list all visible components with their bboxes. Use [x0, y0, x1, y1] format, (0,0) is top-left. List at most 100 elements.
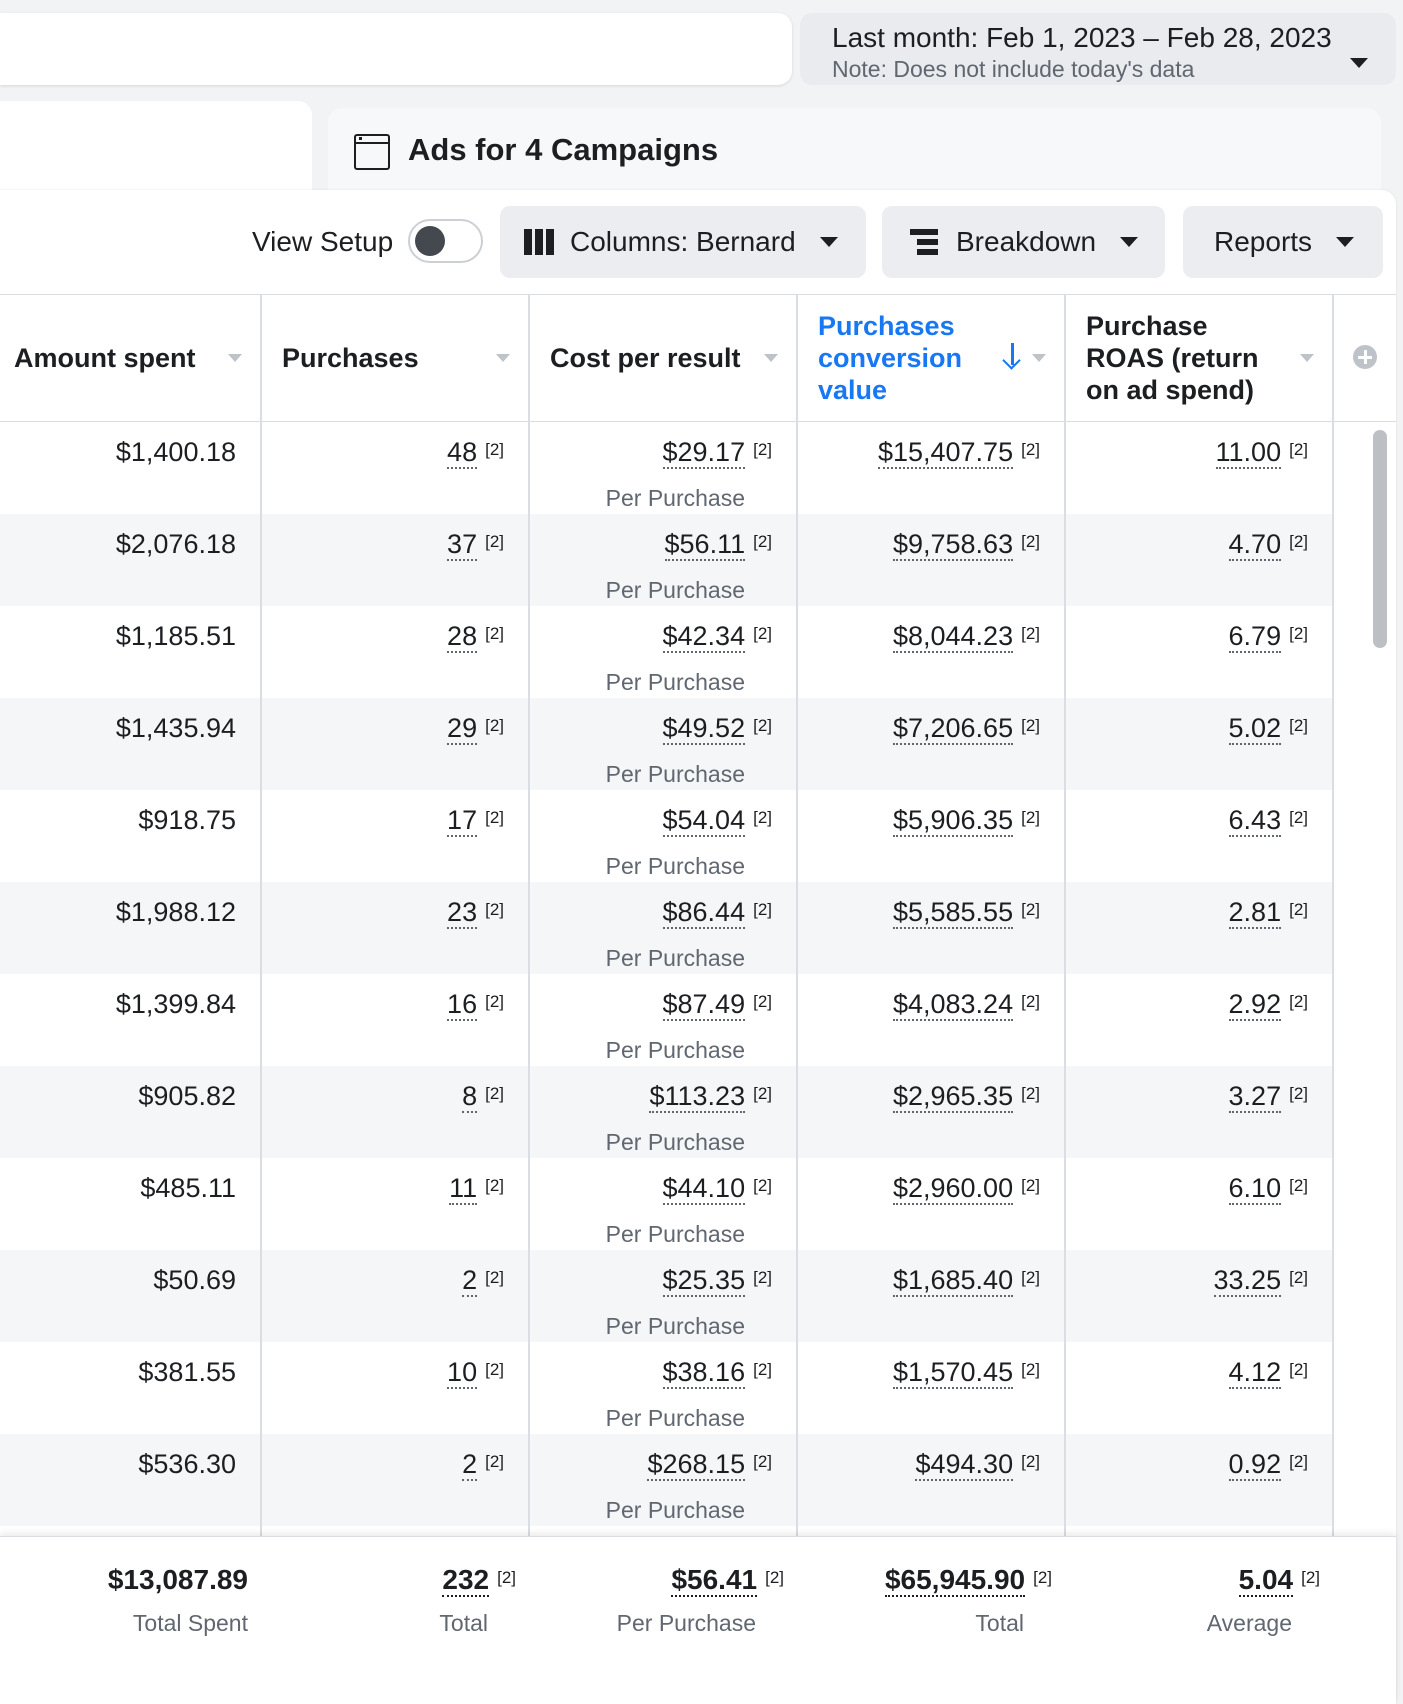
cost-per-result-cell[interactable]: $87.49 [2] [536, 988, 772, 1021]
sort-descending-icon [1002, 343, 1022, 369]
table-row[interactable]: $2,076.18 37 [2] $56.11 [2] Per Purchase $9,75… [0, 514, 1334, 606]
roas-cell[interactable]: 4.70 [2] [1072, 528, 1308, 561]
table-row[interactable]: $156.781[2]$156.78[2]Per Purchase$278.00… [0, 1526, 1334, 1536]
table-row[interactable]: $1,435.94 29 [2] $49.52 [2] Per Purchase $7,20… [0, 698, 1334, 790]
vertical-scrollbar[interactable] [1373, 430, 1387, 648]
breakdown-button[interactable]: Breakdown [882, 206, 1165, 278]
amount-spent-cell: $536.30 [138, 1449, 236, 1479]
table-row[interactable]: $381.55 10 [2] $38.16 [2] Per Purchase $1,570.… [0, 1342, 1334, 1434]
previous-tab[interactable] [0, 101, 312, 196]
conversion-value-cell[interactable]: $5,906.35 [2] [804, 804, 1040, 837]
table-body: $156.781[2]$156.78[2]Per Purchase$278.00… [0, 422, 1396, 1536]
ad-window-icon [354, 134, 390, 170]
purchases-cell[interactable]: 29 [2] [268, 712, 504, 745]
column-header-cost-per-result[interactable]: Cost per result [536, 295, 796, 420]
roas-cell[interactable]: 6.10 [2] [1072, 1172, 1308, 1205]
purchases-cell[interactable]: 10 [2] [268, 1356, 504, 1389]
cost-per-result-cell[interactable]: $44.10 [2] [536, 1172, 772, 1205]
add-column-icon[interactable] [1353, 345, 1377, 369]
conversion-value-cell[interactable]: $2,960.00 [2] [804, 1172, 1040, 1205]
purchases-cell[interactable]: 28 [2] [268, 620, 504, 653]
cost-per-result-sublabel: Per Purchase [605, 1497, 745, 1523]
column-header-amount-spent[interactable]: Amount spent [0, 295, 260, 420]
roas-cell[interactable]: 2.92 [2] [1072, 988, 1308, 1021]
roas-cell[interactable]: 6.79 [2] [1072, 620, 1308, 653]
cost-per-result-cell[interactable]: $38.16 [2] [536, 1356, 772, 1389]
date-range-note: Note: Does not include today's data [832, 56, 1195, 82]
cost-per-result-cell[interactable]: $25.35 [2] [536, 1264, 772, 1297]
column-header-purchase-roas[interactable]: Purchase ROAS (return on ad spend) [1072, 295, 1332, 420]
cost-per-result-sublabel: Per Purchase [605, 485, 745, 511]
cost-per-result-cell[interactable]: $56.11 [2] [536, 528, 772, 561]
purchases-cell[interactable]: 11 [2] [268, 1172, 504, 1205]
purchases-cell[interactable]: 2 [2] [268, 1264, 504, 1297]
conversion-value-cell[interactable]: $4,083.24 [2] [804, 988, 1040, 1021]
purchases-cell[interactable]: 23 [2] [268, 896, 504, 929]
reports-button[interactable]: Reports [1183, 206, 1383, 278]
average-roas[interactable]: 5.04 [2] [1072, 1563, 1320, 1597]
conversion-value-cell[interactable]: $7,206.65 [2] [804, 712, 1040, 745]
total-cost-per-result[interactable]: $56.41 [2] [536, 1563, 784, 1597]
table-row[interactable]: $1,185.51 28 [2] $42.34 [2] Per Purchase $8,04… [0, 606, 1334, 698]
roas-cell[interactable]: 6.43 [2] [1072, 804, 1308, 837]
chevron-down-icon [819, 237, 838, 247]
conversion-value-cell[interactable]: $494.30 [2] [804, 1448, 1040, 1481]
total-cost-per-result-label: Per Purchase [616, 1610, 756, 1636]
amount-spent-cell: $1,435.94 [115, 713, 236, 743]
conversion-value-cell[interactable]: $8,044.23 [2] [804, 620, 1040, 653]
roas-cell[interactable]: 0.92 [2] [1072, 1448, 1308, 1481]
conversion-value-cell[interactable]: $2,965.35 [2] [804, 1080, 1040, 1113]
roas-cell[interactable]: 2.81 [2] [1072, 896, 1308, 929]
breakdown-button-label: Breakdown [956, 226, 1097, 257]
tab-ads[interactable]: Ads for 4 Campaigns [328, 108, 1381, 194]
cost-per-result-cell[interactable]: $268.15 [2] [536, 1448, 772, 1481]
cost-per-result-cell[interactable]: $86.44 [2] [536, 896, 772, 929]
table-row[interactable]: $536.30 2 [2] $268.15 [2] Per Purchase $494.30… [0, 1434, 1334, 1526]
columns-button[interactable]: Columns: Bernard [500, 206, 866, 278]
column-header-label: Purchase ROAS (return on ad spend) [1086, 310, 1259, 405]
date-range-picker[interactable]: Last month: Feb 1, 2023 – Feb 28, 2023 N… [800, 13, 1396, 85]
cost-per-result-cell[interactable]: $54.04 [2] [536, 804, 772, 837]
cost-per-result-cell[interactable]: $49.52 [2] [536, 712, 772, 745]
cost-per-result-cell[interactable]: $42.34 [2] [536, 620, 772, 653]
tab-ads-title: Ads for 4 Campaigns [408, 132, 719, 167]
column-header-label: Purchases [282, 342, 419, 373]
roas-cell[interactable]: 11.00 [2] [1072, 436, 1308, 469]
roas-cell[interactable]: 4.12 [2] [1072, 1356, 1308, 1389]
total-amount-spent-label: Total Spent [132, 1610, 248, 1636]
column-header-purchases-conversion-value[interactable]: Purchases conversion value [804, 295, 1064, 420]
roas-cell[interactable]: 33.25 [2] [1072, 1264, 1308, 1297]
conversion-value-cell[interactable]: $1,570.45 [2] [804, 1356, 1040, 1389]
cost-per-result-cell[interactable]: $29.17 [2] [536, 436, 772, 469]
table-row[interactable]: $485.11 11 [2] $44.10 [2] Per Purchase $2,960.… [0, 1158, 1334, 1250]
purchases-cell[interactable]: 16 [2] [268, 988, 504, 1021]
table-row[interactable]: $1,988.12 23 [2] $86.44 [2] Per Purchase $5,58… [0, 882, 1334, 974]
view-setup-toggle[interactable] [408, 219, 483, 263]
table-row[interactable]: $50.69 2 [2] $25.35 [2] Per Purchase $1,685.40… [0, 1250, 1334, 1342]
cost-per-result-sublabel: Per Purchase [605, 945, 745, 971]
search-bar[interactable] [0, 13, 792, 85]
purchases-cell[interactable]: 8 [2] [268, 1080, 504, 1113]
total-purchases-label: Total [439, 1610, 488, 1636]
conversion-value-cell[interactable]: $9,758.63 [2] [804, 528, 1040, 561]
conversion-value-cell[interactable]: $1,685.40 [2] [804, 1264, 1040, 1297]
total-purchases[interactable]: 232 [2] [268, 1563, 516, 1597]
cost-per-result-cell[interactable]: $113.23 [2] [536, 1080, 772, 1113]
total-conversion-value[interactable]: $65,945.90 [2] [804, 1563, 1052, 1597]
roas-cell[interactable]: 3.27 [2] [1072, 1080, 1308, 1113]
conversion-value-cell[interactable]: $15,407.75 [2] [804, 436, 1040, 469]
conversion-value-cell[interactable]: $5,585.55 [2] [804, 896, 1040, 929]
purchases-cell[interactable]: 48 [2] [268, 436, 504, 469]
table-row[interactable]: $1,399.84 16 [2] $87.49 [2] Per Purchase $4,08… [0, 974, 1334, 1066]
table-row[interactable]: $905.82 8 [2] $113.23 [2] Per Purchase $2,965.… [0, 1066, 1334, 1158]
purchases-cell[interactable]: 17 [2] [268, 804, 504, 837]
amount-spent-cell: $50.69 [153, 1265, 236, 1295]
table-row[interactable]: $918.75 17 [2] $54.04 [2] Per Purchase $5,906.… [0, 790, 1334, 882]
column-header-purchases[interactable]: Purchases [268, 295, 528, 420]
purchases-cell[interactable]: 37 [2] [268, 528, 504, 561]
cost-per-result-sublabel: Per Purchase [605, 1037, 745, 1063]
table-row[interactable]: $1,400.18 48 [2] $29.17 [2] Per Purchase $15,4… [0, 422, 1334, 514]
purchases-cell[interactable]: 2 [2] [268, 1448, 504, 1481]
roas-cell[interactable]: 5.02 [2] [1072, 712, 1308, 745]
columns-button-label: Columns: Bernard [570, 226, 796, 257]
